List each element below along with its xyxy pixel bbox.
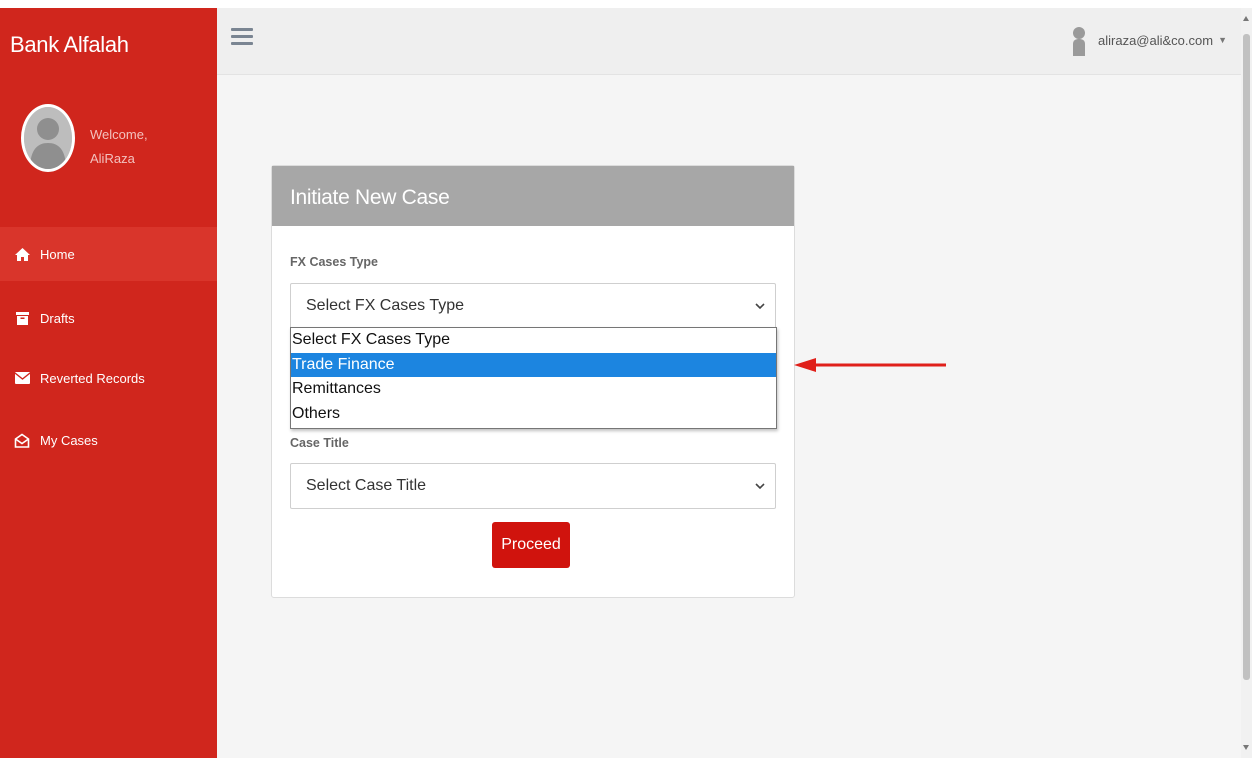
user-email: aliraza@ali&co.com [1098,32,1214,48]
case-title-label: Case Title [290,436,349,450]
avatar [21,104,75,172]
fx-cases-type-dropdown: Select FX Cases Type Trade Finance Remit… [290,327,777,429]
welcome-block: Welcome, AliRaza [90,123,148,171]
chevron-down-icon [755,464,765,526]
fx-cases-type-label: FX Cases Type [290,255,379,269]
sidebar-item-label: Drafts [40,310,75,326]
sidebar-item-home[interactable]: Home [0,227,217,281]
fx-cases-type-select[interactable]: Select FX Cases Type [290,283,776,329]
dropdown-option-highlighted[interactable]: Trade Finance [291,352,776,377]
envelope-open-icon [14,432,30,448]
caret-down-icon: ▼ [1218,35,1227,45]
user-menu[interactable]: aliraza@ali&co.com ▼ [1072,24,1227,56]
scroll-up-icon[interactable] [1243,16,1249,21]
dropdown-option[interactable]: Select FX Cases Type [291,328,776,353]
fx-cases-type-value: Select FX Cases Type [306,297,464,314]
sidebar-item-label: My Cases [40,432,98,448]
brand-title[interactable]: Bank Alfalah [10,32,129,58]
menu-toggle-icon[interactable] [231,28,253,46]
home-icon [14,246,30,262]
proceed-button[interactable]: Proceed [492,522,570,568]
dropdown-option[interactable]: Others [291,402,776,427]
user-name: AliRaza [90,151,135,166]
sidebar-item-label: Reverted Records [40,370,145,386]
sidebar-item-my-cases[interactable]: My Cases [0,413,217,467]
sidebar: Bank Alfalah Welcome, AliRaza Home Draft… [0,8,217,758]
scroll-down-icon[interactable] [1243,745,1249,750]
welcome-text: Welcome, [90,127,148,142]
envelope-icon [14,370,30,386]
dropdown-option[interactable]: Remittances [291,377,776,402]
scrollbar[interactable] [1241,8,1252,758]
annotation-arrow-icon [794,358,946,372]
sidebar-item-drafts[interactable]: Drafts [0,291,217,345]
user-icon [1072,24,1086,56]
card-title: Initiate New Case [272,166,794,226]
case-title-select[interactable]: Select Case Title [290,463,776,509]
archive-icon [14,310,30,326]
case-title-value: Select Case Title [306,477,427,494]
sidebar-item-label: Home [40,246,75,262]
scroll-thumb[interactable] [1243,34,1250,680]
sidebar-item-reverted-records[interactable]: Reverted Records [0,351,217,405]
topbar: aliraza@ali&co.com ▼ [217,8,1241,75]
